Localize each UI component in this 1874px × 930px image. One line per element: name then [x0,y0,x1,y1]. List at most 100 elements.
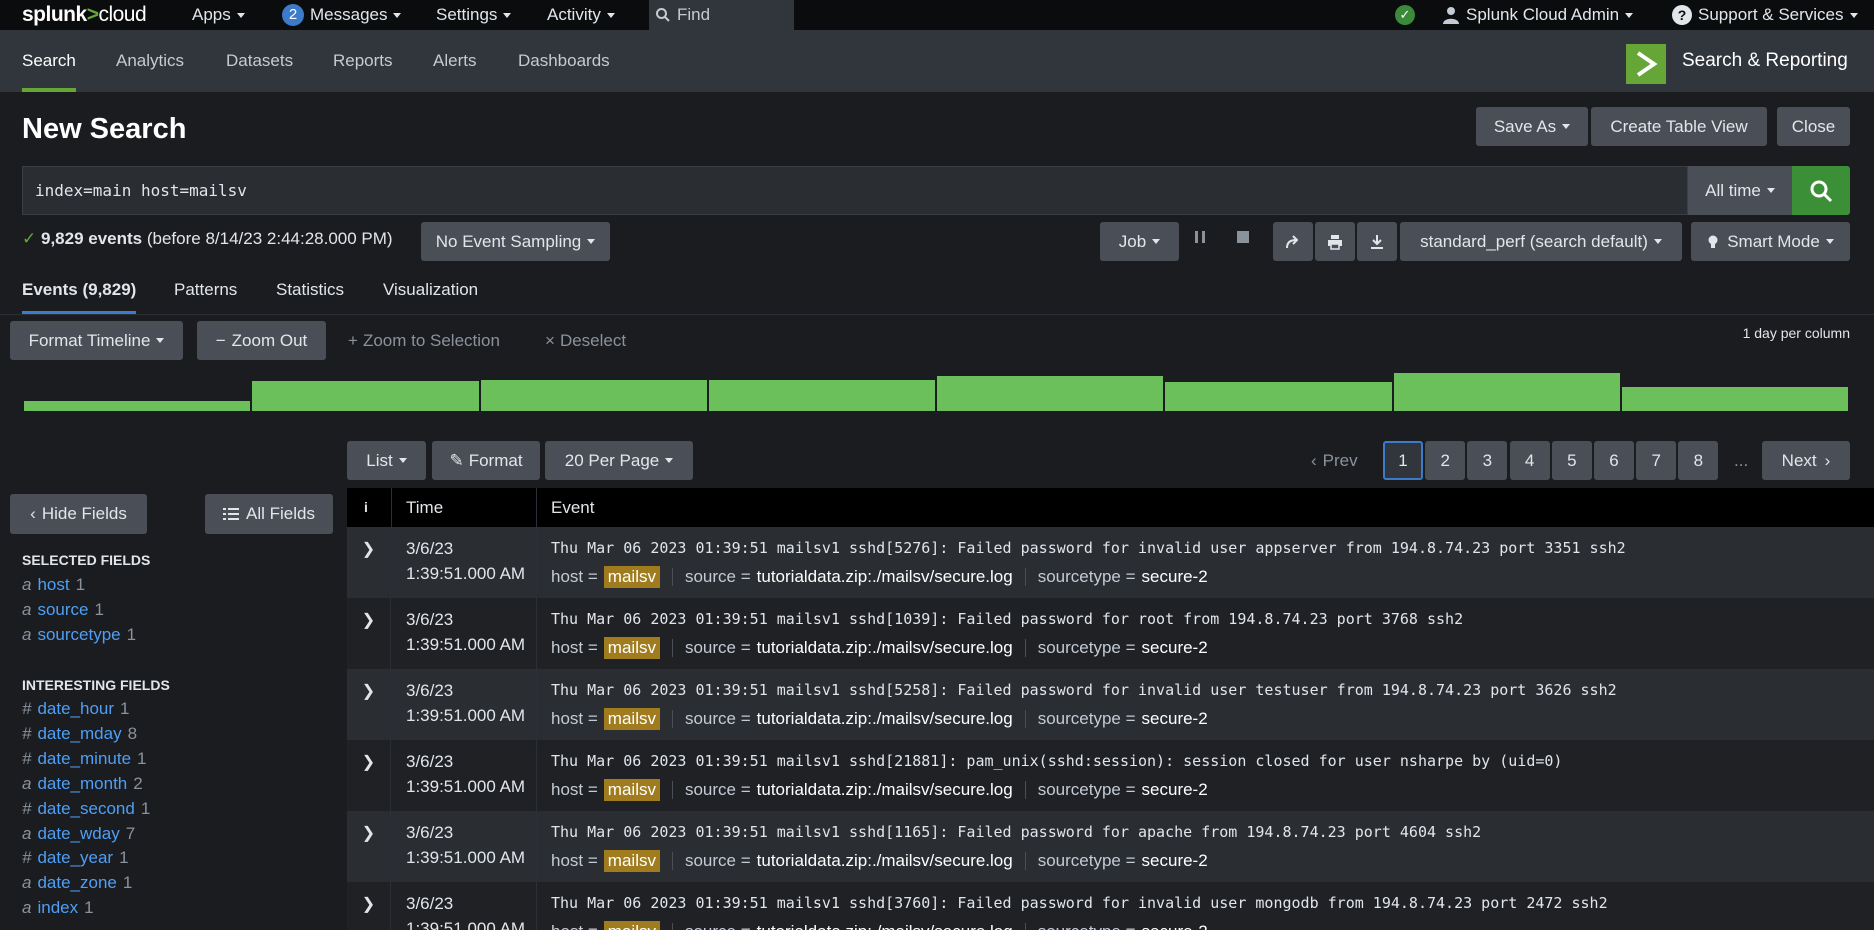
host-value[interactable]: mailsv [603,921,660,930]
expand-event-button[interactable]: ❯ [347,811,391,882]
event-raw-text[interactable]: Thu Mar 06 2023 01:39:51 mailsv1 sshd[11… [551,823,1481,841]
apps-menu[interactable]: Apps [192,0,245,30]
source-value[interactable]: tutorialdata.zip:./mailsv/secure.log [757,922,1013,930]
support-menu[interactable]: ? Support & Services [1672,0,1858,30]
page-2-button[interactable]: 2 [1425,441,1466,480]
zoom-to-selection-button[interactable]: + Zoom to Selection [348,331,500,351]
search-query-input[interactable]: index=main host=mailsv [22,166,1688,215]
tab-patterns[interactable]: Patterns [174,270,237,314]
timeline-bar[interactable] [708,380,935,411]
host-value[interactable]: mailsv [603,566,660,588]
source-value[interactable]: tutorialdata.zip:./mailsv/secure.log [757,709,1013,729]
tab-search[interactable]: Search [22,30,76,92]
hide-fields-button[interactable]: ‹ Hide Fields [10,494,147,534]
timeline-bar[interactable] [937,376,1164,411]
page-3-button[interactable]: 3 [1467,441,1508,480]
event-time[interactable]: 3/6/23 1:39:51.000 AM [406,607,525,657]
expand-event-button[interactable]: ❯ [347,740,391,811]
zoom-out-button[interactable]: − Zoom Out [197,321,326,360]
sourcetype-value[interactable]: secure-2 [1142,709,1208,729]
tab-statistics[interactable]: Statistics [276,270,344,314]
timeline-bar[interactable] [252,381,479,411]
search-button[interactable] [1792,166,1850,215]
event-time[interactable]: 3/6/23 1:39:51.000 AM [406,536,525,586]
field-date_mday[interactable]: # date_mday 8 [22,724,137,744]
field-host[interactable]: a host 1 [22,575,85,595]
field-date_zone[interactable]: a date_zone 1 [22,873,132,893]
sourcetype-value[interactable]: secure-2 [1142,638,1208,658]
close-button[interactable]: Close [1777,107,1850,146]
sourcetype-value[interactable]: secure-2 [1142,567,1208,587]
event-sampling-dropdown[interactable]: No Event Sampling [421,222,610,261]
share-button[interactable] [1273,222,1313,261]
host-value[interactable]: mailsv [603,637,660,659]
job-menu[interactable]: Job [1100,222,1179,261]
save-as-button[interactable]: Save As [1476,107,1588,146]
page-8-button[interactable]: 8 [1678,441,1719,480]
deselect-button[interactable]: × Deselect [545,331,626,351]
sourcetype-value[interactable]: secure-2 [1142,922,1208,930]
create-table-view-button[interactable]: Create Table View [1591,107,1767,146]
time-range-picker[interactable]: All time [1688,166,1792,215]
tab-alerts[interactable]: Alerts [433,30,476,92]
source-value[interactable]: tutorialdata.zip:./mailsv/secure.log [757,851,1013,871]
next-page-button[interactable]: Next › [1762,441,1850,480]
health-status[interactable]: ✓ [1395,0,1415,30]
tab-visualization[interactable]: Visualization [383,270,478,314]
event-time[interactable]: 3/6/23 1:39:51.000 AM [406,678,525,728]
prev-page-button[interactable]: ‹ Prev [1311,451,1358,471]
user-menu[interactable]: Splunk Cloud Admin [1442,0,1634,30]
timeline-bar[interactable] [1393,373,1620,411]
field-date_year[interactable]: # date_year 1 [22,848,129,868]
event-time[interactable]: 3/6/23 1:39:51.000 AM [406,820,525,870]
find-input[interactable]: Find [649,0,794,30]
print-button[interactable] [1315,222,1355,261]
field-date_hour[interactable]: # date_hour 1 [22,699,130,719]
host-value[interactable]: mailsv [603,779,660,801]
expand-event-button[interactable]: ❯ [347,598,391,669]
event-time[interactable]: 3/6/23 1:39:51.000 AM [406,749,525,799]
time-column-header[interactable]: Time [406,488,443,527]
page-7-button[interactable]: 7 [1636,441,1677,480]
all-fields-button[interactable]: All Fields [205,494,333,534]
event-raw-text[interactable]: Thu Mar 06 2023 01:39:51 mailsv1 sshd[10… [551,610,1463,628]
pause-button[interactable] [1194,230,1206,244]
page-4-button[interactable]: 4 [1509,441,1550,480]
activity-menu[interactable]: Activity [547,0,615,30]
source-value[interactable]: tutorialdata.zip:./mailsv/secure.log [757,780,1013,800]
messages-menu[interactable]: 2 Messages [282,0,402,30]
event-time[interactable]: 3/6/23 1:39:51.000 AM [406,891,525,930]
field-date_wday[interactable]: a date_wday 7 [22,824,135,844]
field-date_month[interactable]: a date_month 2 [22,774,143,794]
page-1-button[interactable]: 1 [1383,441,1423,480]
tab-events[interactable]: Events (9,829) [22,270,137,314]
source-value[interactable]: tutorialdata.zip:./mailsv/secure.log [757,567,1013,587]
source-value[interactable]: tutorialdata.zip:./mailsv/secure.log [757,638,1013,658]
timeline-bar[interactable] [1165,382,1392,411]
field-index[interactable]: a index 1 [22,898,94,918]
format-timeline-button[interactable]: Format Timeline [10,321,183,360]
per-page-dropdown[interactable]: 20 Per Page [545,441,693,480]
field-source[interactable]: a source 1 [22,600,104,620]
splunk-cloud-logo[interactable]: splunk>cloud [22,3,147,27]
tab-dashboards[interactable]: Dashboards [518,30,610,92]
timeline-bar[interactable] [24,401,251,411]
tab-reports[interactable]: Reports [333,30,393,92]
list-view-dropdown[interactable]: List [347,441,426,480]
sourcetype-value[interactable]: secure-2 [1142,851,1208,871]
host-value[interactable]: mailsv [603,850,660,872]
host-value[interactable]: mailsv [603,708,660,730]
export-button[interactable] [1357,222,1397,261]
expand-event-button[interactable]: ❯ [347,882,391,930]
page-6-button[interactable]: 6 [1594,441,1634,480]
timeline-bar[interactable] [480,380,707,411]
performance-profile-dropdown[interactable]: standard_perf (search default) [1400,222,1682,261]
field-date_second[interactable]: # date_second 1 [22,799,150,819]
settings-menu[interactable]: Settings [436,0,512,30]
event-raw-text[interactable]: Thu Mar 06 2023 01:39:51 mailsv1 sshd[52… [551,539,1626,557]
stop-button[interactable] [1237,231,1249,243]
expand-event-button[interactable]: ❯ [347,669,391,740]
search-mode-dropdown[interactable]: Smart Mode [1691,222,1850,261]
field-date_minute[interactable]: # date_minute 1 [22,749,147,769]
event-raw-text[interactable]: Thu Mar 06 2023 01:39:51 mailsv1 sshd[52… [551,681,1617,699]
